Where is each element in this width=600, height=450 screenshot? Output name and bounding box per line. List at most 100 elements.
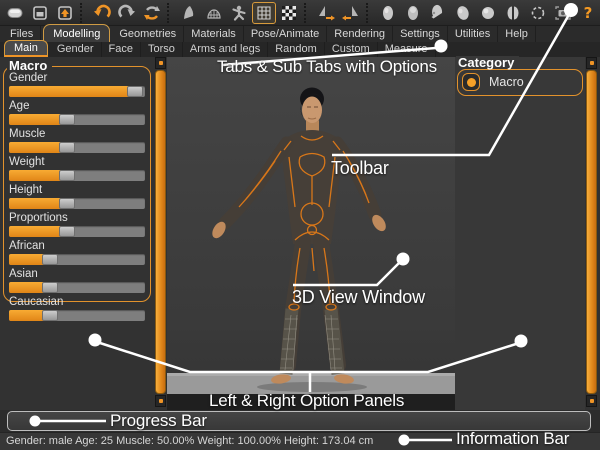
tab-materials[interactable]: Materials — [184, 26, 244, 42]
view-back-icon[interactable] — [401, 2, 425, 24]
slider-track[interactable] — [9, 86, 145, 97]
3d-view-window[interactable] — [167, 57, 455, 410]
tab-utilities[interactable]: Utilities — [448, 26, 499, 42]
view-front-icon[interactable] — [376, 2, 400, 24]
slider-asian: Asian — [9, 268, 145, 293]
slider-handle[interactable] — [41, 282, 58, 293]
macro-panel-title: Macro — [7, 59, 53, 72]
scrollbar-thumb[interactable] — [155, 70, 166, 394]
slider-track[interactable] — [9, 310, 145, 321]
slider-track[interactable] — [9, 114, 145, 125]
radio-button-icon[interactable] — [462, 73, 480, 91]
undo-icon[interactable] — [90, 2, 114, 24]
slider-track[interactable] — [9, 282, 145, 293]
left-option-panel: Macro Gender Age Muscle Weight Height Pr… — [2, 57, 154, 410]
background-icon[interactable] — [277, 2, 301, 24]
subtab-main[interactable]: Main — [4, 40, 48, 57]
left-panel-scrollbar[interactable] — [155, 57, 166, 407]
information-bar: Gender: male Age: 25 Muscle: 50.00% Weig… — [0, 432, 600, 450]
slider-age: Age — [9, 100, 145, 125]
slider-label: Asian — [9, 268, 38, 280]
tab-modelling[interactable]: Modelling — [43, 24, 111, 42]
scrollbar-thumb[interactable] — [586, 70, 597, 394]
right-option-panel: Category Macro — [455, 56, 585, 410]
pose-icon[interactable] — [227, 2, 251, 24]
category-option-macro[interactable]: Macro — [458, 70, 582, 91]
tab-geometries[interactable]: Geometries — [112, 26, 185, 42]
status-text: Gender: male Age: 25 Muscle: 50.00% Weig… — [6, 435, 374, 447]
scroll-down-button[interactable] — [155, 395, 166, 407]
toolbar-separator — [366, 2, 373, 23]
symmetry-left-icon[interactable] — [339, 2, 363, 24]
slider-track[interactable] — [9, 170, 145, 181]
slider-proportions: Proportions — [9, 212, 145, 237]
tab-help[interactable]: Help — [498, 26, 536, 42]
floor-plane — [167, 373, 455, 410]
subtab-measure[interactable]: Measure — [378, 42, 436, 57]
scroll-up-button[interactable] — [155, 57, 166, 69]
slider-handle[interactable] — [41, 254, 58, 265]
slider-handle[interactable] — [41, 310, 58, 321]
view-three-quarter-icon[interactable] — [451, 2, 475, 24]
new-document-icon[interactable] — [3, 2, 27, 24]
subtab-face[interactable]: Face — [102, 42, 142, 57]
view-orbit-icon[interactable] — [526, 2, 550, 24]
slider-handle[interactable] — [59, 114, 76, 125]
slider-track[interactable] — [9, 142, 145, 153]
grid-icon[interactable] — [252, 1, 276, 24]
reset-icon[interactable] — [140, 2, 164, 24]
slider-track[interactable] — [9, 226, 145, 237]
save-icon[interactable] — [28, 2, 52, 24]
smooth-icon[interactable] — [177, 2, 201, 24]
toolbar-separator — [304, 2, 311, 23]
slider-label: African — [9, 240, 45, 252]
subtab-random[interactable]: Random — [268, 42, 325, 57]
slider-track[interactable] — [9, 254, 145, 265]
tab-settings[interactable]: Settings — [393, 26, 448, 42]
slider-label: Caucasian — [9, 296, 64, 308]
slider-height: Height — [9, 184, 145, 209]
toolbar-separator — [167, 2, 174, 23]
main-tab-bar: Files Modelling Geometries Materials Pos… — [0, 24, 600, 42]
slider-weight: Weight — [9, 156, 145, 181]
scroll-down-button[interactable] — [586, 395, 597, 407]
slider-label: Height — [9, 184, 43, 196]
toolbar-separator — [80, 2, 87, 23]
export-icon[interactable] — [53, 2, 77, 24]
subtab-arms-and-legs[interactable]: Arms and legs — [183, 42, 269, 57]
progress-bar — [7, 411, 591, 431]
slider-caucasian: Caucasian — [9, 296, 145, 321]
slider-handle[interactable] — [59, 226, 76, 237]
screenshot-icon[interactable] — [551, 2, 575, 24]
view-top-icon[interactable] — [476, 2, 500, 24]
symmetry-right-icon[interactable] — [314, 2, 338, 24]
view-split-icon[interactable] — [501, 2, 525, 24]
slider-gender: Gender — [9, 72, 145, 97]
right-panel-scrollbar[interactable] — [586, 57, 597, 407]
slider-handle[interactable] — [59, 198, 76, 209]
wireframe-icon[interactable] — [202, 2, 226, 24]
slider-label: Age — [9, 100, 30, 112]
svg-text:?: ? — [584, 4, 593, 22]
slider-label: Muscle — [9, 128, 46, 140]
slider-handle[interactable] — [59, 170, 76, 181]
scroll-up-button[interactable] — [586, 57, 597, 69]
slider-handle[interactable] — [59, 142, 76, 153]
toolbar: ? — [0, 0, 600, 26]
redo-icon[interactable] — [115, 2, 139, 24]
radio-label: Macro — [489, 75, 524, 89]
tab-pose-animate[interactable]: Pose/Animate — [244, 26, 328, 42]
slider-handle[interactable] — [127, 86, 144, 97]
help-icon[interactable]: ? — [576, 2, 600, 24]
subtab-torso[interactable]: Torso — [141, 42, 183, 57]
tab-rendering[interactable]: Rendering — [327, 26, 394, 42]
slider-track[interactable] — [9, 198, 145, 209]
view-side-icon[interactable] — [426, 2, 450, 24]
category-group-box: Macro — [457, 69, 583, 96]
category-panel-title: Category — [456, 56, 520, 69]
macro-group-box: Gender Age Muscle Weight Height Proporti… — [3, 66, 151, 321]
slider-label: Gender — [9, 72, 48, 84]
3d-scene[interactable] — [167, 57, 455, 410]
subtab-gender[interactable]: Gender — [50, 42, 102, 57]
subtab-custom[interactable]: Custom — [325, 42, 378, 57]
